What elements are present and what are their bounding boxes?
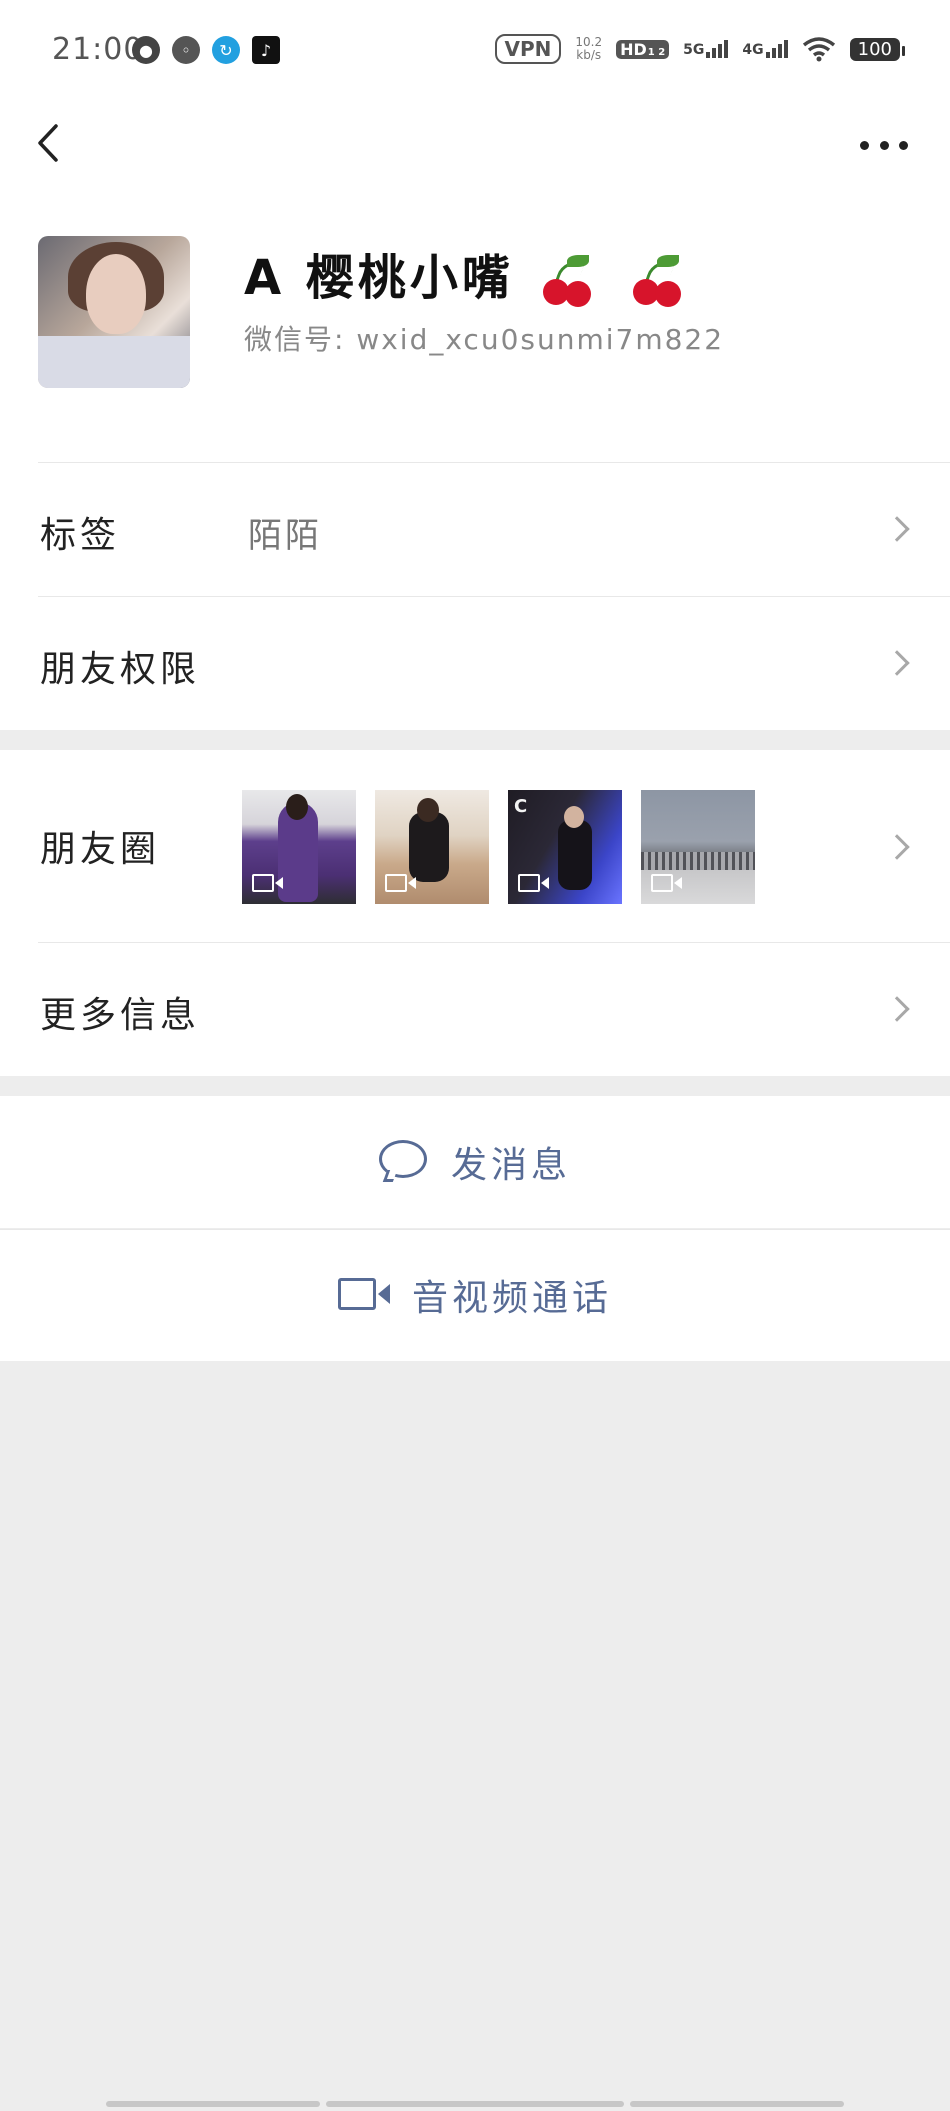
moment-thumb[interactable]: [375, 790, 489, 904]
divider: [38, 596, 950, 597]
video-icon: [252, 874, 283, 894]
video-camera-icon: [337, 1278, 390, 1312]
status-time: 21:00: [52, 32, 144, 67]
net-speed-value: 10.2: [575, 35, 603, 49]
moment-thumb[interactable]: [641, 790, 755, 904]
nav-bar: [0, 100, 950, 190]
chevron-right-icon: [884, 650, 910, 676]
video-call-label: 音视频通话: [411, 1278, 612, 1319]
tags-row[interactable]: 标签 陌陌: [0, 462, 950, 596]
nickname-text: A 樱桃小嘴: [244, 250, 514, 306]
wechat-id: 微信号: wxid_xcu0sunmi7m822: [244, 323, 725, 356]
chevron-left-icon[interactable]: [30, 118, 80, 168]
tiktok-icon: ♪: [252, 36, 280, 64]
permissions-row[interactable]: 朋友权限: [0, 596, 950, 730]
permissions-label: 朋友权限: [40, 649, 201, 690]
more-info-row[interactable]: 更多信息: [0, 942, 950, 1076]
video-icon: [651, 874, 682, 894]
vpn-badge: VPN: [494, 34, 562, 64]
hd-label: HD: [620, 39, 647, 59]
status-indicators: VPN 10.2 kb/s HD1 2 5G 4G 100: [494, 34, 906, 64]
moment-thumb[interactable]: C: [508, 790, 622, 904]
gesture-bar: [106, 2101, 846, 2107]
wifi-icon: [802, 37, 835, 62]
nickname: A 樱桃小嘴: [244, 238, 683, 308]
chevron-right-icon: [884, 834, 910, 860]
avatar[interactable]: [38, 236, 190, 388]
sync-icon: ↻: [212, 36, 240, 64]
moments-thumbnails: C: [242, 790, 755, 904]
divider: [38, 942, 950, 943]
more-dots-icon[interactable]: [854, 120, 914, 170]
more-info-label: 更多信息: [40, 995, 201, 1036]
hd-badge: HD1 2: [616, 39, 670, 59]
status-bar: 21:00 ● ◦ ↻ ♪ VPN 10.2 kb/s HD1 2 5G 4G …: [0, 0, 950, 100]
divider: [38, 462, 950, 463]
chevron-right-icon: [884, 516, 910, 542]
tags-label: 标签: [40, 515, 121, 556]
chat-bubble-icon: [378, 1140, 429, 1184]
moments-row[interactable]: 朋友圈 C: [0, 750, 950, 942]
signal-5g-icon: 5G: [683, 40, 729, 58]
status-app-icons: ● ◦ ↻ ♪: [132, 36, 280, 64]
globe-icon: ●: [132, 36, 160, 64]
signal-5g-label: 5G: [683, 42, 705, 58]
profile-header: A 樱桃小嘴 微信号: wxid_xcu0sunmi7m822: [0, 190, 950, 462]
net-speed: 10.2 kb/s: [575, 36, 602, 62]
send-message-label: 发消息: [450, 1145, 571, 1186]
video-icon: [385, 874, 416, 894]
c-mark-icon: C: [514, 796, 528, 817]
chevron-right-icon: [884, 996, 910, 1022]
tags-value: 陌陌: [248, 516, 322, 556]
video-call-button[interactable]: 音视频通话: [0, 1229, 950, 1361]
send-message-button[interactable]: 发消息: [0, 1096, 950, 1228]
hd-sub: 1 2: [647, 46, 666, 58]
signal-4g-label: 4G: [742, 42, 764, 58]
moments-label: 朋友圈: [40, 829, 161, 870]
net-speed-unit: kb/s: [576, 48, 602, 62]
battery-icon: 100: [849, 37, 906, 61]
cherry-icon: [541, 255, 593, 307]
signal-4g-icon: 4G: [742, 40, 788, 58]
video-icon: [518, 874, 549, 894]
wechat-icon: ◦: [172, 36, 200, 64]
moment-thumb[interactable]: [242, 790, 356, 904]
cherry-icon: [631, 255, 683, 307]
